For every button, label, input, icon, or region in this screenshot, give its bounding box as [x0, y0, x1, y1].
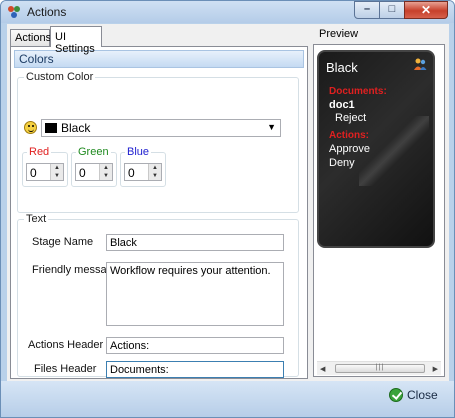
- check-icon: [389, 388, 403, 402]
- color-swatch: [45, 123, 57, 133]
- dialog-footer: [1, 381, 454, 417]
- green-down-icon[interactable]: ▼: [99, 172, 112, 180]
- users-icon: [414, 58, 427, 70]
- tab-actions[interactable]: Actions: [10, 29, 51, 47]
- files-header-label: Files Header: [34, 363, 97, 375]
- tab-ui-settings[interactable]: UI Settings: [50, 26, 102, 55]
- preview-document-action: Reject: [335, 112, 367, 124]
- smiley-icon: [24, 121, 37, 134]
- preview-actions-header: Actions:: [329, 130, 369, 141]
- custom-color-group: Custom Color Black ▼ Red 0 ▲ ▼ Green 0 ▲…: [17, 71, 299, 213]
- color-select-value: Black: [61, 121, 91, 135]
- minimize-icon: –: [363, 3, 371, 15]
- scroll-grip-icon: |||: [375, 364, 385, 371]
- chevron-down-icon[interactable]: ▼: [267, 122, 276, 132]
- app-icon: [8, 6, 20, 18]
- actions-header-label: Actions Header: [28, 339, 104, 351]
- files-header-input[interactable]: Documents:: [106, 361, 284, 378]
- scroll-thumb[interactable]: |||: [335, 364, 425, 373]
- preview-horizontal-scrollbar[interactable]: ◀ ||| ▶: [317, 361, 441, 375]
- preview-label: Preview: [319, 28, 359, 40]
- actions-header-input[interactable]: Actions:: [106, 337, 284, 354]
- close-button-label: Close: [407, 388, 438, 402]
- blue-down-icon[interactable]: ▼: [148, 172, 161, 180]
- blue-group: Blue 0 ▲ ▼: [120, 146, 166, 187]
- stage-name-label: Stage Name: [32, 236, 94, 248]
- text-group-label: Text: [24, 213, 49, 225]
- green-up-icon[interactable]: ▲: [99, 164, 112, 172]
- minimize-button[interactable]: –: [354, 1, 380, 19]
- close-button[interactable]: Close: [389, 387, 438, 405]
- maximize-button[interactable]: □: [379, 1, 405, 19]
- green-stepper[interactable]: 0 ▲ ▼: [75, 163, 113, 181]
- scroll-left-icon[interactable]: ◀: [320, 365, 325, 373]
- custom-color-group-label: Custom Color: [24, 71, 96, 83]
- friendly-message-input[interactable]: Workflow requires your attention.: [106, 262, 284, 326]
- red-up-icon[interactable]: ▲: [50, 164, 63, 172]
- maximize-icon: □: [388, 3, 396, 15]
- title-bar[interactable]: Actions – □ ✕: [1, 1, 454, 23]
- blue-value: 0: [128, 166, 135, 180]
- close-icon: ✕: [420, 3, 432, 17]
- preview-action-deny: Deny: [329, 157, 355, 169]
- blue-stepper[interactable]: 0 ▲ ▼: [124, 163, 162, 181]
- preview-action-approve: Approve: [329, 143, 370, 155]
- text-group: Text Stage Name Black Friendly message W…: [17, 213, 299, 378]
- red-stepper[interactable]: 0 ▲ ▼: [26, 163, 64, 181]
- blue-up-icon[interactable]: ▲: [148, 164, 161, 172]
- window-close-button[interactable]: ✕: [404, 1, 448, 19]
- actions-window: Actions – □ ✕ Actions UI Settings Colors…: [0, 0, 455, 418]
- red-down-icon[interactable]: ▼: [50, 172, 63, 180]
- dialog-client-area: Actions UI Settings Colors Custom Color …: [7, 24, 449, 381]
- green-group: Green 0 ▲ ▼: [71, 146, 117, 187]
- preview-card: Black Documents: doc1 Reject Actions: Ap…: [317, 50, 435, 248]
- red-group: Red 0 ▲ ▼: [22, 146, 68, 187]
- stage-name-input[interactable]: Black: [106, 234, 284, 251]
- scroll-right-icon[interactable]: ▶: [433, 365, 438, 373]
- red-label: Red: [27, 146, 52, 158]
- ui-settings-panel: Colors Custom Color Black ▼ Red 0 ▲ ▼ Gr…: [10, 46, 308, 379]
- preview-pane: Black Documents: doc1 Reject Actions: Ap…: [313, 44, 445, 377]
- preview-document: doc1: [329, 99, 355, 111]
- preview-documents-header: Documents:: [329, 86, 387, 97]
- blue-label: Blue: [125, 146, 152, 158]
- window-title: Actions: [27, 5, 67, 19]
- green-label: Green: [76, 146, 111, 158]
- green-value: 0: [79, 166, 86, 180]
- red-value: 0: [30, 166, 37, 180]
- color-select[interactable]: Black ▼: [41, 119, 281, 137]
- preview-card-title: Black: [326, 60, 358, 75]
